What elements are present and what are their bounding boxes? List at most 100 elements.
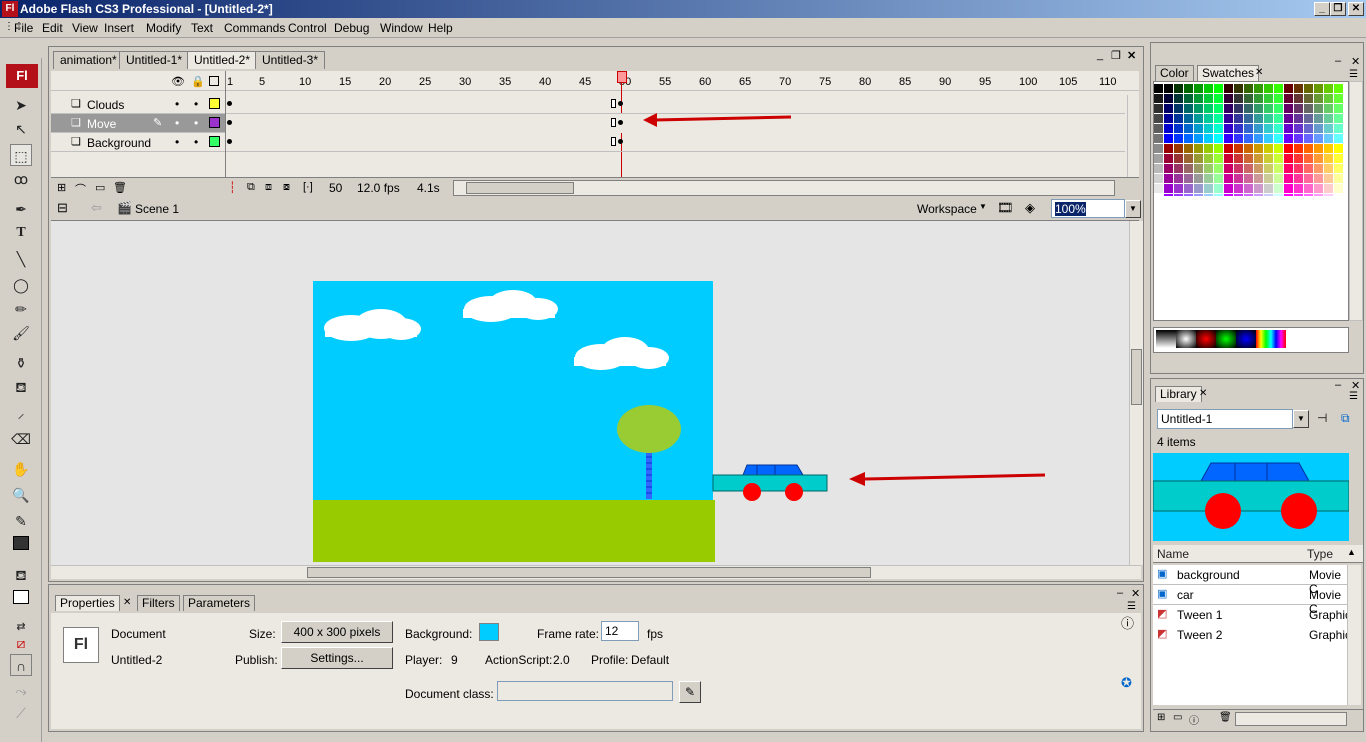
fill-swatch[interactable] (10, 586, 32, 608)
color-swatch[interactable] (1224, 174, 1233, 183)
settings-button[interactable]: Settings... (281, 647, 393, 669)
keyframe-50[interactable] (618, 101, 623, 106)
workspace-dropdown[interactable]: Workspace (917, 202, 977, 216)
color-swatch[interactable] (1194, 134, 1203, 143)
menu-modify[interactable]: Modify (146, 21, 181, 35)
color-swatch[interactable] (1284, 94, 1293, 103)
delete-layer-icon[interactable]: 🗑 (113, 181, 127, 194)
frame-number[interactable]: 40 (539, 76, 551, 88)
col-name[interactable]: Name (1157, 547, 1189, 561)
color-swatch[interactable] (1324, 104, 1333, 113)
lock-dot[interactable]: • (194, 135, 198, 149)
gray-swatch[interactable] (1154, 94, 1163, 103)
library-tab-close-icon[interactable]: ✕ (1199, 388, 1207, 399)
frame-number[interactable]: 1 (227, 76, 233, 88)
swatch-grid-area[interactable] (1153, 81, 1349, 321)
grass[interactable] (313, 500, 715, 562)
color-swatch[interactable] (1284, 84, 1293, 93)
layer-color-swatch[interactable] (209, 98, 220, 109)
gradient-swatches[interactable] (1153, 327, 1349, 353)
gradient-radial-gray[interactable] (1176, 330, 1196, 348)
color-swatch[interactable] (1324, 154, 1333, 163)
color-swatch[interactable] (1314, 104, 1323, 113)
close-button[interactable]: ✕ (1348, 2, 1364, 16)
color-swatch[interactable] (1204, 104, 1213, 113)
list-item[interactable]: ◩ Tween 2 Graphic (1153, 625, 1351, 645)
color-swatch[interactable] (1184, 134, 1193, 143)
color-swatch[interactable] (1244, 114, 1253, 123)
swatches-vscroll[interactable] (1349, 81, 1363, 321)
zoom-tool-icon[interactable]: 🔍 (10, 484, 32, 506)
color-swatch[interactable] (1244, 134, 1253, 143)
color-swatch[interactable] (1234, 134, 1243, 143)
color-swatch[interactable] (1284, 174, 1293, 183)
color-swatch[interactable] (1214, 184, 1223, 193)
color-swatch[interactable] (1194, 174, 1203, 183)
color-swatch[interactable] (1224, 194, 1233, 196)
color-swatch[interactable] (1174, 184, 1183, 193)
color-swatch[interactable] (1314, 174, 1323, 183)
keyframe-1[interactable] (227, 101, 232, 106)
stage-vscroll[interactable] (1129, 221, 1143, 565)
color-swatch[interactable] (1304, 144, 1313, 153)
color-swatch[interactable] (1234, 154, 1243, 163)
color-swatch[interactable] (1284, 184, 1293, 193)
color-swatch[interactable] (1304, 94, 1313, 103)
visibility-dot[interactable]: • (175, 97, 179, 111)
frame-number[interactable]: 60 (699, 76, 711, 88)
stage-pasteboard[interactable] (51, 221, 1143, 565)
color-swatch[interactable] (1274, 84, 1283, 93)
library-document-select[interactable]: Untitled-1 (1157, 409, 1293, 429)
edit-scene-icon[interactable]: 🎞 (997, 200, 1014, 216)
color-swatch[interactable] (1214, 94, 1223, 103)
ink-bottle-tool-icon[interactable]: ⚱ (10, 352, 32, 374)
color-swatch[interactable] (1204, 154, 1213, 163)
color-swatch[interactable] (1244, 154, 1253, 163)
lock-dot[interactable]: • (194, 97, 198, 111)
doc-restore-icon[interactable]: ❐ (1111, 49, 1121, 62)
no-color-icon[interactable]: ⧄ (10, 632, 32, 654)
gray-swatch[interactable] (1154, 194, 1163, 196)
frame-number[interactable]: 100 (1019, 76, 1037, 88)
keyframe-1[interactable] (227, 139, 232, 144)
color-swatch[interactable] (1244, 104, 1253, 113)
gradient-green[interactable] (1216, 330, 1236, 348)
end-frame[interactable] (611, 137, 616, 146)
onion-skin-icon[interactable]: ⧉ (247, 181, 255, 194)
tab-properties[interactable]: Properties (55, 595, 120, 611)
color-swatch[interactable] (1304, 124, 1313, 133)
frame-number[interactable]: 30 (459, 76, 471, 88)
color-swatch[interactable] (1334, 154, 1343, 163)
swatches-tab-close-icon[interactable]: ✕ (1255, 67, 1263, 78)
color-swatch[interactable] (1164, 154, 1173, 163)
color-swatch[interactable] (1324, 134, 1333, 143)
color-swatch[interactable] (1294, 94, 1303, 103)
color-swatch[interactable] (1194, 194, 1203, 196)
playhead[interactable] (617, 71, 627, 83)
color-swatch[interactable] (1274, 174, 1283, 183)
color-swatch[interactable] (1304, 114, 1313, 123)
color-swatch[interactable] (1284, 124, 1293, 133)
menu-control[interactable]: Control (288, 21, 327, 35)
color-swatch[interactable] (1264, 154, 1273, 163)
color-swatch[interactable] (1234, 94, 1243, 103)
color-swatch[interactable] (1334, 94, 1343, 103)
color-swatch[interactable] (1334, 174, 1343, 183)
visibility-dot[interactable]: • (175, 135, 179, 149)
gray-swatch[interactable] (1154, 184, 1163, 193)
color-swatch[interactable] (1204, 184, 1213, 193)
color-swatch[interactable] (1274, 194, 1283, 196)
color-swatch[interactable] (1254, 94, 1263, 103)
color-swatch[interactable] (1274, 164, 1283, 173)
tab-filters[interactable]: Filters (137, 595, 180, 611)
menu-debug[interactable]: Debug (334, 21, 369, 35)
frame-number[interactable]: 65 (739, 76, 751, 88)
color-swatch[interactable] (1204, 114, 1213, 123)
color-swatch[interactable] (1174, 194, 1183, 196)
edit-class-pencil-icon[interactable]: ✎ (679, 681, 701, 703)
stage-hscroll[interactable] (51, 565, 1141, 579)
color-swatch[interactable] (1164, 94, 1173, 103)
color-swatch[interactable] (1334, 184, 1343, 193)
color-swatch[interactable] (1174, 94, 1183, 103)
color-swatch[interactable] (1224, 114, 1233, 123)
